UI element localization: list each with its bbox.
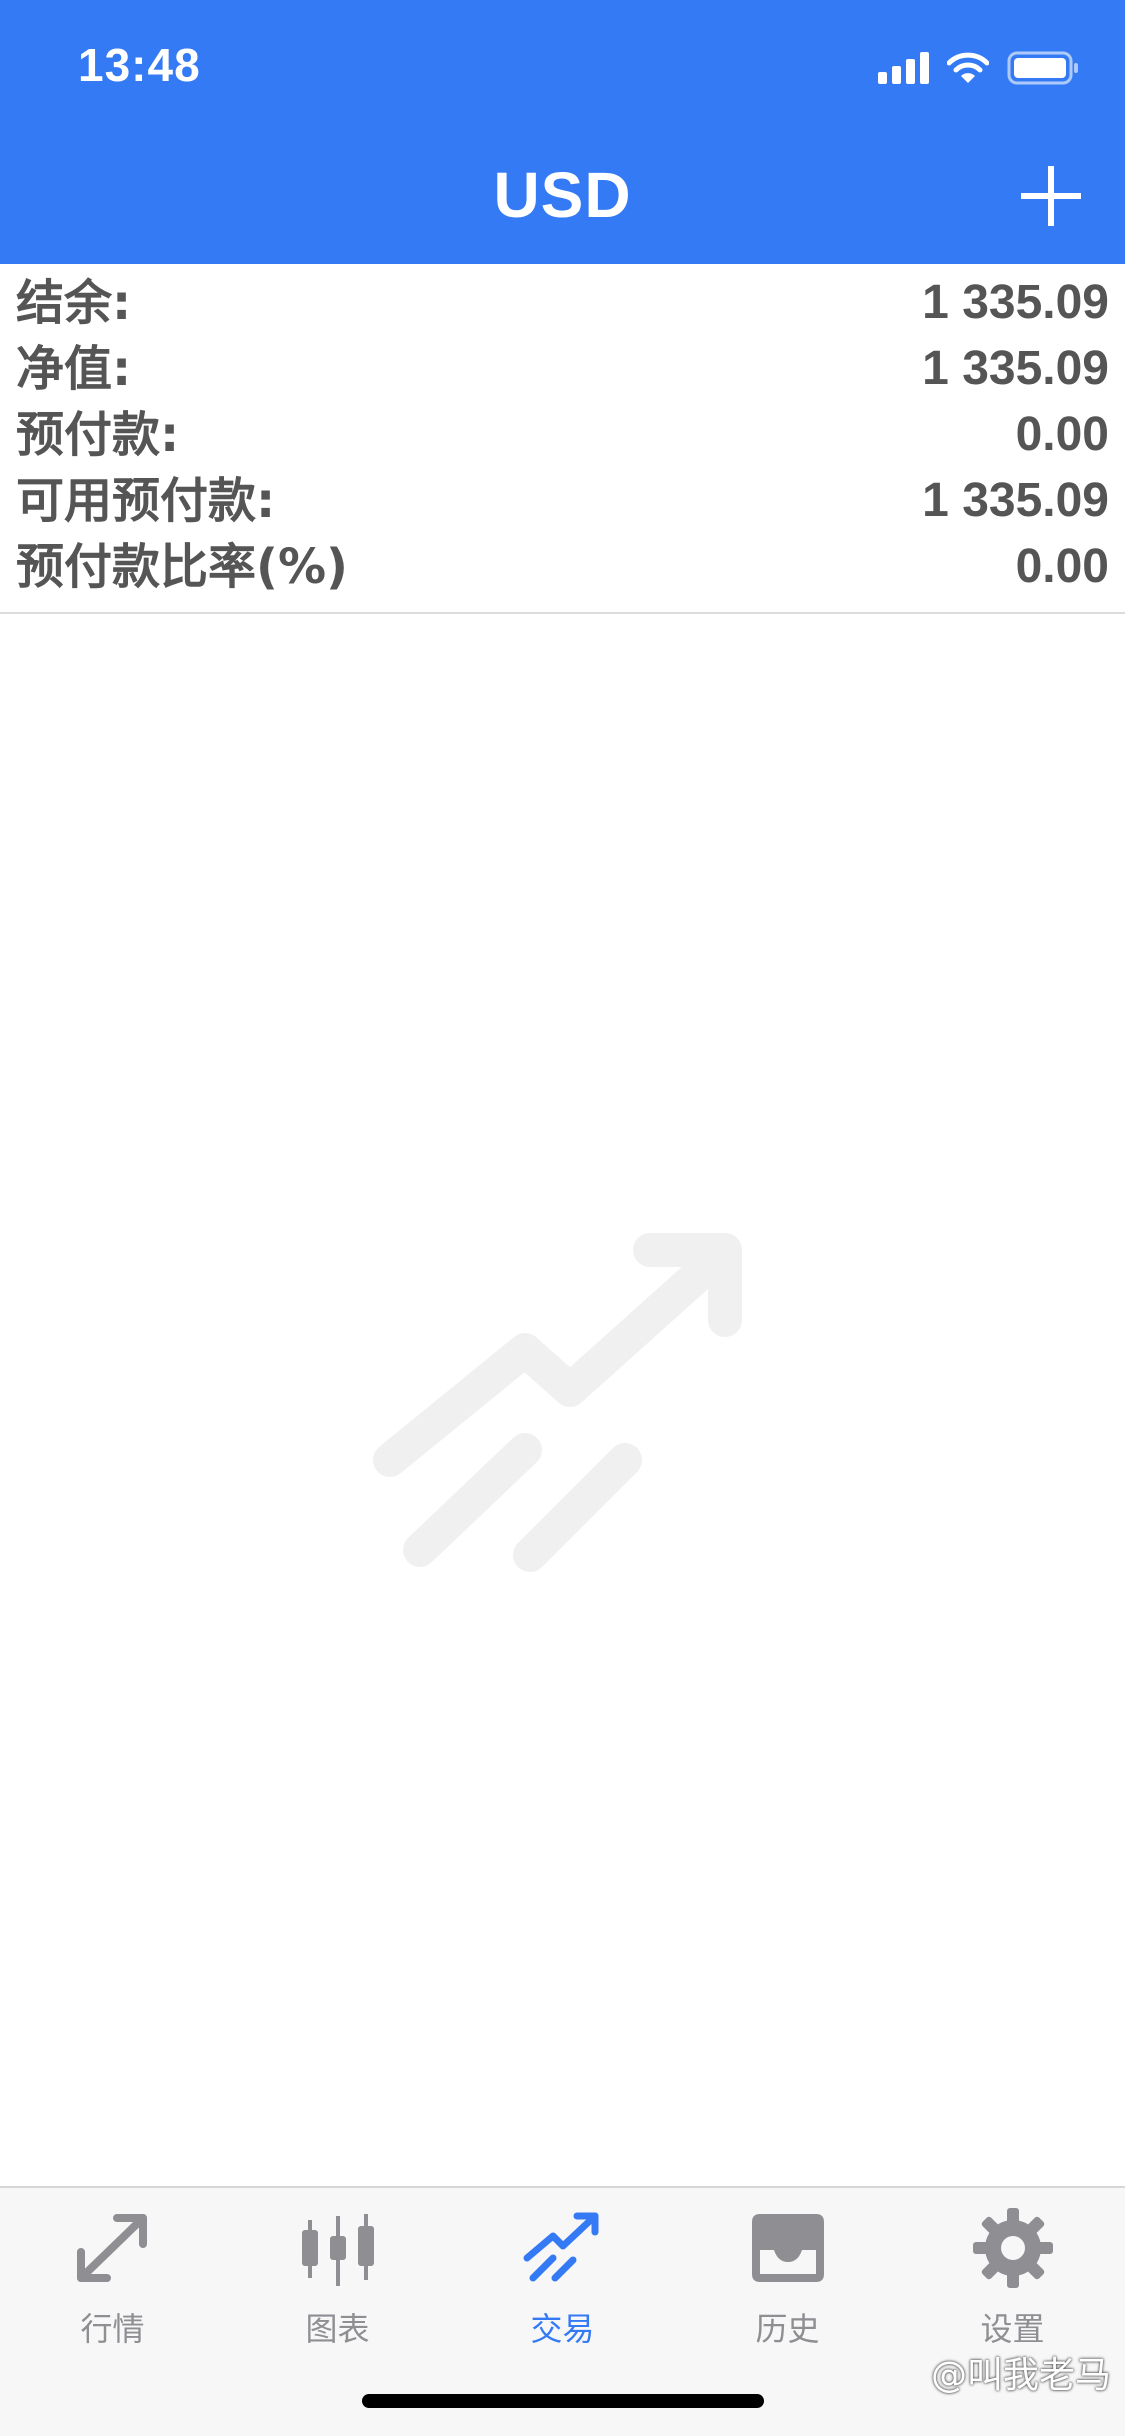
home-indicator[interactable] xyxy=(362,2394,764,2408)
trade-chart-icon xyxy=(373,1233,742,1572)
equity-value: 1 335.09 xyxy=(922,342,1109,395)
free-margin-value: 1 335.09 xyxy=(922,474,1109,527)
status-icons xyxy=(878,48,1081,88)
tab-quotes[interactable]: 行情 xyxy=(0,2206,225,2356)
tab-charts-label: 图表 xyxy=(305,2310,370,2348)
battery-icon xyxy=(1007,51,1078,85)
tab-charts[interactable]: 图表 xyxy=(225,2206,450,2356)
balance-value: 1 335.09 xyxy=(922,276,1109,329)
equity-label: 净值: xyxy=(16,341,132,397)
gear-icon xyxy=(972,2208,1053,2288)
tab-settings[interactable]: 设置 xyxy=(900,2206,1125,2356)
trade-screen: 13:48 USD 结余: 1 335.09 净值: 1 335.09 预付款:… xyxy=(0,0,1125,2436)
add-button[interactable] xyxy=(1015,160,1087,232)
signal-icon xyxy=(878,52,929,84)
summary-row-equity: 净值: 1 335.09 xyxy=(0,336,1125,402)
quotes-icon xyxy=(76,2214,147,2282)
summary-row-margin-level: 预付款比率(%) 0.00 xyxy=(0,534,1125,600)
margin-label: 预付款: xyxy=(16,407,180,463)
tab-history-label: 历史 xyxy=(755,2310,820,2348)
margin-level-label: 预付款比率(%) xyxy=(16,539,348,595)
header: 13:48 USD xyxy=(0,0,1125,264)
balance-label: 结余: xyxy=(16,275,132,331)
page-title: USD xyxy=(493,159,632,231)
tab-trade[interactable]: 交易 xyxy=(450,2206,675,2356)
tab-settings-label: 设置 xyxy=(980,2310,1045,2348)
tab-history[interactable]: 历史 xyxy=(675,2206,900,2356)
watermark: @叫我老马 xyxy=(930,2355,1111,2396)
status-time: 13:48 xyxy=(78,39,201,91)
candlestick-icon xyxy=(301,2214,374,2286)
margin-value: 0.00 xyxy=(1015,408,1109,461)
summary-row-margin: 预付款: 0.00 xyxy=(0,402,1125,468)
summary-row-free-margin: 可用预付款: 1 335.09 xyxy=(0,468,1125,534)
plus-icon xyxy=(1021,166,1081,226)
account-summary: 结余: 1 335.09 净值: 1 335.09 预付款: 0.00 可用预付… xyxy=(0,268,1125,614)
trade-icon xyxy=(523,2212,598,2282)
free-margin-label: 可用预付款: xyxy=(16,473,276,529)
tab-trade-label: 交易 xyxy=(530,2310,595,2348)
summary-row-balance: 结余: 1 335.09 xyxy=(0,270,1125,336)
wifi-icon xyxy=(947,52,989,83)
margin-level-value: 0.00 xyxy=(1015,540,1109,593)
tab-quotes-label: 行情 xyxy=(80,2310,145,2348)
inbox-icon xyxy=(751,2214,824,2282)
